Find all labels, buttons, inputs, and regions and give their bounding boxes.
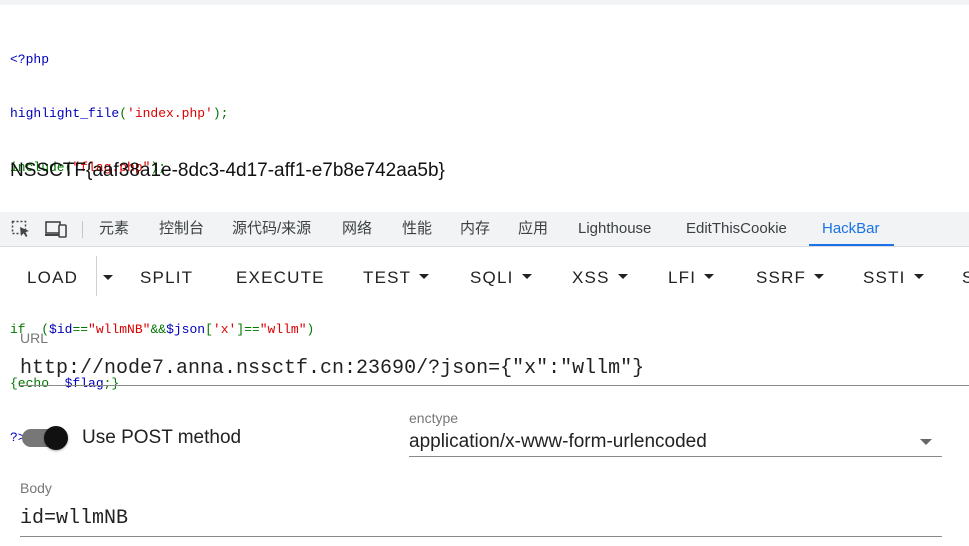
- code-line: highlight_file('index.php');: [10, 105, 314, 123]
- code-token: (: [119, 106, 128, 121]
- tabbar-divider: [82, 221, 83, 238]
- tab-application[interactable]: 应用: [518, 212, 548, 246]
- tab-elements[interactable]: 元素: [99, 212, 129, 246]
- tab-memory[interactable]: 内存: [460, 212, 490, 246]
- xss-menu-button[interactable]: XSS: [572, 267, 628, 289]
- ssti-menu-label: SSTI: [863, 268, 906, 287]
- tab-performance[interactable]: 性能: [402, 212, 432, 246]
- code-line: <?php: [10, 51, 314, 69]
- code-line: if ($id=="wllmNB"&&$json['x']=="wllm"): [10, 321, 314, 339]
- body-label: Body: [20, 480, 52, 496]
- active-tab-indicator: [809, 244, 894, 246]
- enctype-label: enctype: [409, 410, 459, 426]
- load-divider: [96, 256, 97, 296]
- code-token: $json: [166, 322, 206, 337]
- code-token: $id: [49, 322, 73, 337]
- devtools-tabbar: 元素 控制台 源代码/来源 网络 性能 内存 应用 Lighthouse Edi…: [0, 212, 969, 247]
- chevron-down-icon[interactable]: [920, 439, 932, 445]
- caret-down-icon: [704, 274, 715, 280]
- ssti-menu-button[interactable]: SSTI: [863, 267, 924, 289]
- lfi-menu-label: LFI: [668, 268, 697, 287]
- caret-down-icon: [913, 274, 924, 280]
- code-token: "wllmNB": [88, 322, 151, 337]
- caret-down-icon: [814, 274, 825, 280]
- tab-sources[interactable]: 源代码/来源: [232, 212, 311, 246]
- code-token: "wllm": [259, 322, 307, 337]
- code-token: [: [205, 322, 213, 337]
- body-input[interactable]: id=wllmNB: [20, 507, 128, 530]
- top-border: [0, 0, 969, 5]
- sqli-menu-button[interactable]: SQLI: [470, 267, 532, 289]
- device-toolbar-icon[interactable]: [45, 220, 67, 238]
- execute-button[interactable]: EXECUTE: [236, 267, 325, 289]
- caret-down-icon: [617, 274, 628, 280]
- load-button-label: LOAD: [27, 268, 79, 287]
- ssrf-menu-label: SSRF: [756, 268, 807, 287]
- ssrf-menu-button[interactable]: SSRF: [756, 267, 825, 289]
- post-method-toggle[interactable]: [22, 426, 70, 450]
- enctype-select[interactable]: application/x-www-form-urlencoded: [409, 431, 707, 453]
- overflow-menu-button[interactable]: S: [962, 267, 969, 289]
- execute-button-label: EXECUTE: [236, 268, 325, 287]
- split-button[interactable]: SPLIT: [140, 267, 193, 289]
- tab-hackbar[interactable]: HackBar: [822, 212, 880, 246]
- lfi-menu-button[interactable]: LFI: [668, 267, 715, 289]
- load-button[interactable]: LOAD: [27, 267, 78, 289]
- code-token: 'x': [212, 322, 237, 337]
- tab-editthiscookie[interactable]: EditThisCookie: [686, 212, 787, 246]
- post-method-label: Use POST method: [82, 427, 242, 448]
- code-token: ==: [72, 322, 89, 337]
- xss-menu-label: XSS: [572, 268, 610, 287]
- tab-network[interactable]: 网络: [342, 212, 372, 246]
- tab-console[interactable]: 控制台: [159, 212, 204, 246]
- test-menu-label: TEST: [363, 268, 412, 287]
- url-label: URL: [20, 330, 49, 346]
- test-menu-button[interactable]: TEST: [363, 267, 430, 289]
- code-token: &&: [150, 322, 167, 337]
- code-token: 'index.php': [127, 106, 213, 121]
- url-input[interactable]: http://node7.anna.nssctf.cn:23690/?json=…: [20, 357, 644, 380]
- flag-output: NSSCTF{aaf38a1e-8dc3-4d17-aff1-e7b8e742a…: [10, 160, 445, 181]
- sqli-menu-label: SQLI: [470, 268, 514, 287]
- tab-lighthouse[interactable]: Lighthouse: [578, 212, 651, 246]
- overflow-menu-label: S: [962, 268, 969, 287]
- inspect-element-icon[interactable]: [11, 220, 31, 238]
- split-button-label: SPLIT: [140, 268, 194, 287]
- code-token: <?php: [10, 52, 50, 67]
- caret-down-icon: [521, 274, 532, 280]
- hackbar-toolbar: LOAD SPLIT EXECUTE TEST SQLI XSS LFI SSR…: [0, 247, 969, 309]
- code-token: ): [306, 322, 315, 337]
- load-dropdown-caret-icon[interactable]: [103, 275, 113, 280]
- enctype-underline: [409, 456, 942, 457]
- code-token: ]==: [236, 322, 260, 337]
- url-input-underline: [20, 385, 969, 386]
- toggle-knob: [44, 426, 68, 450]
- code-token: );: [212, 106, 229, 121]
- code-token: highlight_file: [10, 106, 120, 121]
- caret-down-icon: [419, 274, 430, 280]
- body-input-underline: [20, 536, 942, 537]
